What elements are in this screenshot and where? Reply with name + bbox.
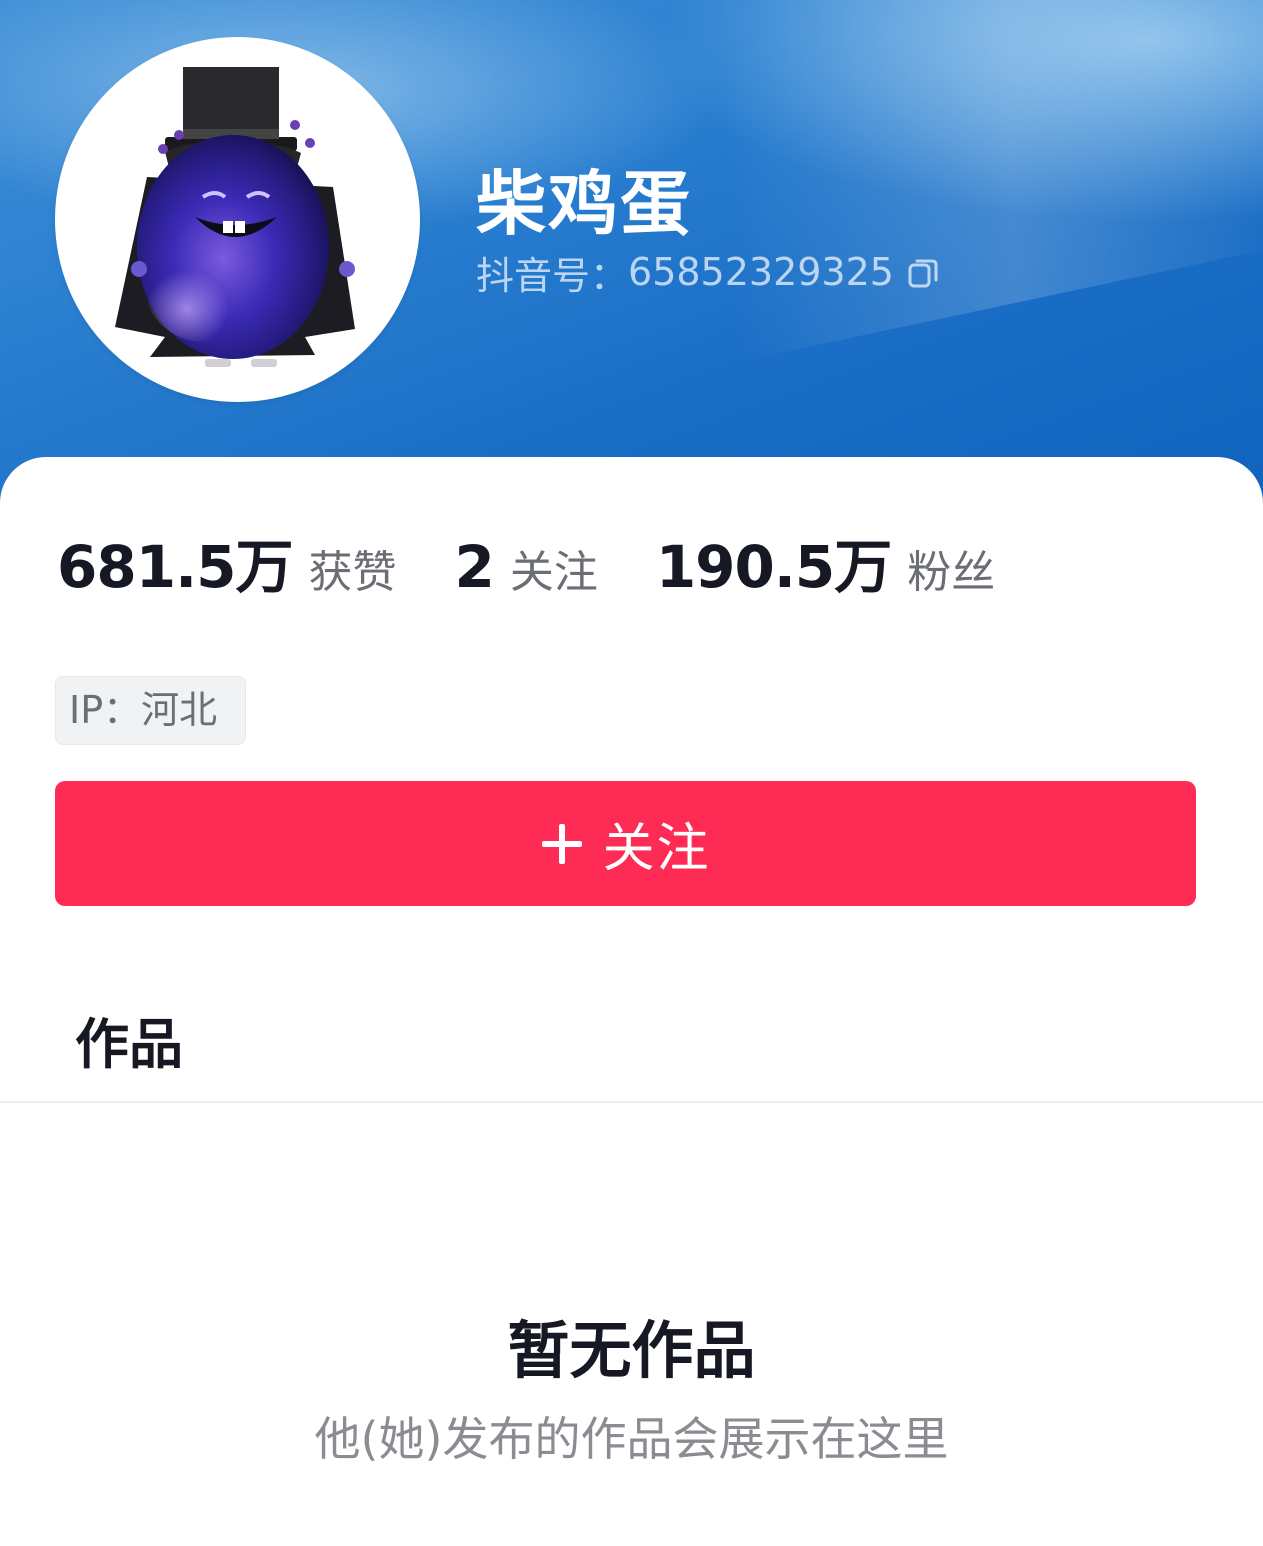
stat-following[interactable]: 2 关注 bbox=[454, 533, 597, 601]
follow-button[interactable]: 关注 bbox=[55, 781, 1196, 906]
stat-likes-label: 获赞 bbox=[308, 547, 397, 598]
stat-followers-value: 190.5万 bbox=[655, 533, 892, 601]
avatar[interactable] bbox=[55, 37, 420, 402]
stats-row: 681.5万 获赞 2 关注 190.5万 粉丝 bbox=[57, 520, 1053, 601]
uid-label: 抖音号： bbox=[476, 253, 629, 298]
tab-divider bbox=[0, 1101, 1263, 1103]
follow-button-label: 关注 bbox=[602, 819, 711, 879]
stat-followers-label: 粉丝 bbox=[907, 547, 996, 598]
stat-followers[interactable]: 190.5万 粉丝 bbox=[656, 520, 995, 604]
stat-following-label: 关注 bbox=[509, 547, 598, 598]
profile-name: 柴鸡蛋 bbox=[476, 163, 692, 245]
copy-icon[interactable] bbox=[906, 255, 940, 289]
tab-works[interactable]: 作品 bbox=[75, 1000, 183, 1079]
stat-likes[interactable]: 681.5万 获赞 bbox=[57, 520, 396, 604]
empty-state-description: 他(她)发布的作品会展示在这里 bbox=[314, 1412, 949, 1466]
uid-row: 抖音号： 65852329325 bbox=[476, 248, 940, 298]
uid-value: 65852329325 bbox=[628, 250, 894, 294]
plus-icon bbox=[540, 822, 584, 866]
stat-following-value: 2 bbox=[454, 533, 494, 601]
ip-location-tag: IP：河北 bbox=[55, 676, 246, 745]
avatar-illustration bbox=[115, 67, 355, 367]
profile-page: 柴鸡蛋 抖音号： 65852329325 681.5万 获赞 2 关注 190.… bbox=[0, 0, 1263, 1546]
empty-state-title: 暂无作品 bbox=[507, 1314, 756, 1387]
stat-likes-value: 681.5万 bbox=[57, 533, 293, 601]
